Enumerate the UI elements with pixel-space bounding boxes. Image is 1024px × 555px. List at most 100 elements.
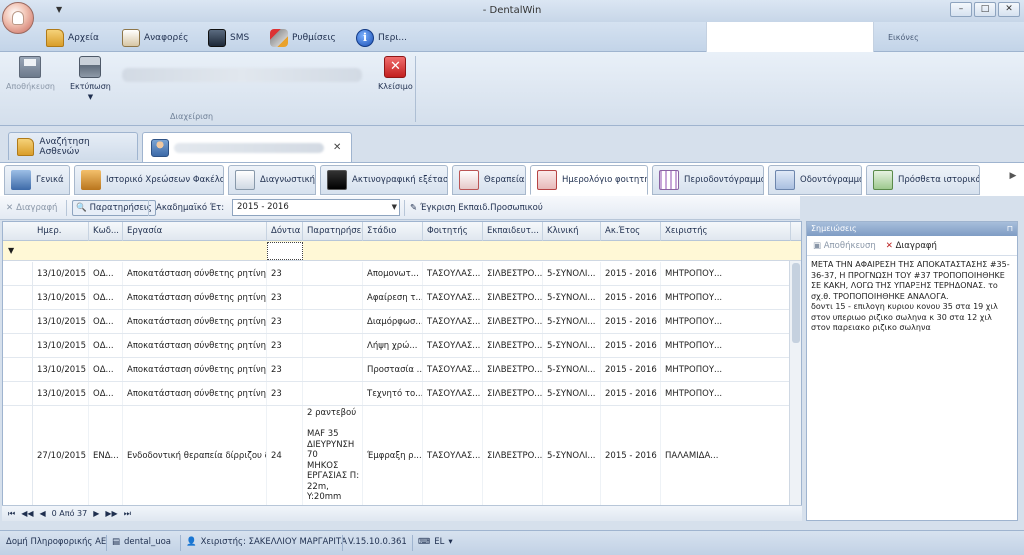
academic-year-select[interactable]: 2015 - 2016 ▼ — [232, 199, 400, 216]
tab-therapy[interactable]: Θεραπεία — [452, 165, 526, 195]
redacted-patient-name — [174, 142, 324, 153]
toolbar-separator — [404, 200, 405, 216]
delete-record-button[interactable]: ✕ Διαγραφή — [6, 200, 57, 216]
column-educator[interactable]: Εκπαιδευτ... — [483, 222, 543, 241]
context-tab-images[interactable]: Εικόνες — [888, 33, 919, 42]
grid-toolbar: ✕ Διαγραφή 🔍 Παρατηρήσεις Ακαδημαϊκό Έτ: 2… — [0, 196, 800, 220]
close-tab-icon[interactable]: ✕ — [333, 142, 341, 153]
grid-vertical-scrollbar[interactable] — [789, 261, 801, 507]
approve-staff-button[interactable]: ✎ Έγκριση Εκπαιδ.Προσωπικού — [410, 200, 543, 216]
first-page-icon[interactable]: ⏮ — [8, 509, 15, 519]
table-row[interactable]: 13/10/2015 ΟΔ... Αποκατάσταση σύνθετης ρ… — [3, 334, 801, 358]
row-selector[interactable] — [3, 286, 33, 309]
next-page-icon[interactable]: ▶ — [93, 509, 99, 518]
patient-icon — [151, 138, 169, 157]
window-title: - DentalWin — [482, 5, 542, 16]
menu-about[interactable]: i Περι... — [356, 27, 407, 49]
checklist-icon — [235, 170, 255, 190]
pin-icon[interactable]: ⊓ — [1007, 222, 1013, 236]
tab-additional-history[interactable]: Πρόσθετα ιστορικά — [866, 165, 980, 195]
filter-cell-active[interactable] — [267, 242, 303, 260]
column-teeth[interactable]: Δόντια — [267, 222, 303, 241]
column-code[interactable]: Κωδ... — [89, 222, 123, 241]
printer-icon — [79, 56, 102, 78]
menu-reports[interactable]: Αναφορές — [122, 27, 188, 49]
tab-general[interactable]: Γενικά — [4, 165, 70, 195]
row-selector[interactable] — [3, 358, 33, 381]
column-student[interactable]: Φοιτητής — [423, 222, 483, 241]
save-button[interactable]: Αποθήκευση — [6, 56, 55, 91]
grid-pager: ⏮ ◀◀ ◀ 0 Από 37 ▶ ▶▶ ⏭ — [2, 505, 802, 521]
column-date[interactable]: Ημερ. — [33, 222, 89, 241]
info-icon: i — [356, 29, 374, 47]
table-row[interactable]: 13/10/2015 ΟΔ... Αποκατάσταση σύνθετης ρ… — [3, 262, 801, 286]
sms-icon — [208, 29, 226, 47]
maximize-button[interactable]: □ — [974, 2, 996, 17]
tab-xray[interactable]: Ακτινογραφική εξέταση — [320, 165, 448, 195]
tab-diagnostics[interactable]: Διαγνωστική — [228, 165, 316, 195]
print-button[interactable]: Εκτύπωση ▼ — [70, 56, 111, 101]
notes-panel-header: Σημειώσεις ⊓ — [807, 222, 1017, 236]
row-selector[interactable] — [3, 262, 33, 285]
notes-save-button[interactable]: ▣ Αποθήκευση — [813, 241, 876, 251]
tab-student-diary[interactable]: Ημερολόγιο φοιτητή — [530, 165, 648, 195]
filter-row[interactable]: ▼ — [3, 241, 801, 261]
prev-page-icon[interactable]: ◀ — [40, 509, 46, 518]
row-selector[interactable] — [3, 310, 33, 333]
table-row[interactable]: 13/10/2015 ΟΔ... Αποκατάσταση σύνθετης ρ… — [3, 358, 801, 382]
column-stage[interactable]: Στάδιο — [363, 222, 423, 241]
column-year[interactable]: Ακ.Έτος — [601, 222, 661, 241]
notes-textarea[interactable]: ΜΕΤΑ ΤΗΝ ΑΦΑΙΡΕΣΗ ΤΗΣ ΑΠΟΚΑΤΑΣΤΑΣΗΣ #35-… — [807, 256, 1017, 334]
remarks-toggle-button[interactable]: 🔍 Παρατηρήσεις — [72, 200, 156, 216]
table-row[interactable]: 27/10/2015 ΕΝΔ... Ενδοδοντική θεραπεία δ… — [3, 406, 801, 506]
column-operator[interactable]: Χειριστής — [661, 222, 791, 241]
row-selector[interactable] — [3, 382, 33, 405]
academic-year-label: Ακαδημαϊκό Έτ: — [156, 203, 225, 213]
tab-patient-search[interactable]: Αναζήτηση Ασθενών — [8, 132, 138, 160]
close-icon: ✕ — [384, 56, 407, 78]
tab-odontogram[interactable]: Οδοντόγραμμα — [768, 165, 862, 195]
notes-delete-button[interactable]: ✕ Διαγραφή — [886, 241, 937, 251]
menu-sms[interactable]: SMS — [208, 27, 249, 49]
app-menu-button[interactable] — [2, 2, 34, 34]
table-row[interactable]: 13/10/2015 ΟΔ... Αποκατάσταση σύνθετης ρ… — [3, 286, 801, 310]
medkit-icon — [459, 170, 479, 190]
prev-page-group-icon[interactable]: ◀◀ — [21, 509, 33, 518]
close-window-button[interactable]: ✕ — [998, 2, 1020, 17]
toolbar-separator — [66, 200, 67, 216]
next-page-group-icon[interactable]: ▶▶ — [105, 509, 117, 518]
teeth-icon — [775, 170, 795, 190]
scrollbar-thumb[interactable] — [792, 263, 800, 343]
row-selector[interactable] — [3, 406, 33, 505]
status-separator — [412, 535, 413, 551]
tab-periodontogram[interactable]: Περιοδοντόγραμμα — [652, 165, 764, 195]
menu-files[interactable]: Αρχεία — [46, 27, 99, 49]
status-operator: 👤 Χειριστής: ΣΑΚΕΛΛΙΟΥ ΜΑΡΓΑΡΙΤΑ — [186, 537, 347, 547]
context-tab-blank[interactable] — [706, 22, 874, 52]
tab-patient-record[interactable]: ✕ — [142, 132, 352, 162]
ribbon-group-label: Διαχείριση — [170, 112, 214, 121]
folder-icon — [46, 29, 64, 47]
language-selector[interactable]: ⌨ EL ▾ — [418, 537, 453, 547]
folder-icon — [17, 137, 35, 156]
row-selector[interactable] — [3, 334, 33, 357]
column-notes[interactable]: Παρατηρήσεις — [303, 222, 363, 241]
status-company: Δομή Πληροφορικής ΑΕ — [6, 537, 107, 547]
chevron-down-icon: ▼ — [391, 203, 397, 211]
filter-icon: ▼ — [8, 246, 15, 255]
menu-settings[interactable]: Ρυθμίσεις — [270, 27, 336, 49]
tab-scroll-right-icon[interactable]: ▶ — [1004, 171, 1022, 191]
delete-icon: ✕ — [885, 240, 896, 251]
close-button[interactable]: ✕ Κλείσιμο — [378, 56, 413, 91]
column-task[interactable]: Εργασία — [123, 222, 267, 241]
quick-access-dropdown-icon[interactable]: ▼ — [56, 5, 62, 14]
column-clinic[interactable]: Κλινική — [543, 222, 601, 241]
table-row[interactable]: 13/10/2015 ΟΔ... Αποκατάσταση σύνθετης ρ… — [3, 382, 801, 406]
general-icon — [11, 170, 31, 190]
tab-billing-history[interactable]: Ιστορικό Χρεώσεων Φακέλου — [74, 165, 224, 195]
last-page-icon[interactable]: ⏭ — [124, 509, 131, 519]
minimize-button[interactable]: – — [950, 2, 972, 17]
notes-panel: Σημειώσεις ⊓ ▣ Αποθήκευση ✕ Διαγραφή ΜΕΤ… — [806, 221, 1018, 521]
status-separator — [342, 535, 343, 551]
table-row[interactable]: 13/10/2015 ΟΔ... Αποκατάσταση σύνθετης ρ… — [3, 310, 801, 334]
